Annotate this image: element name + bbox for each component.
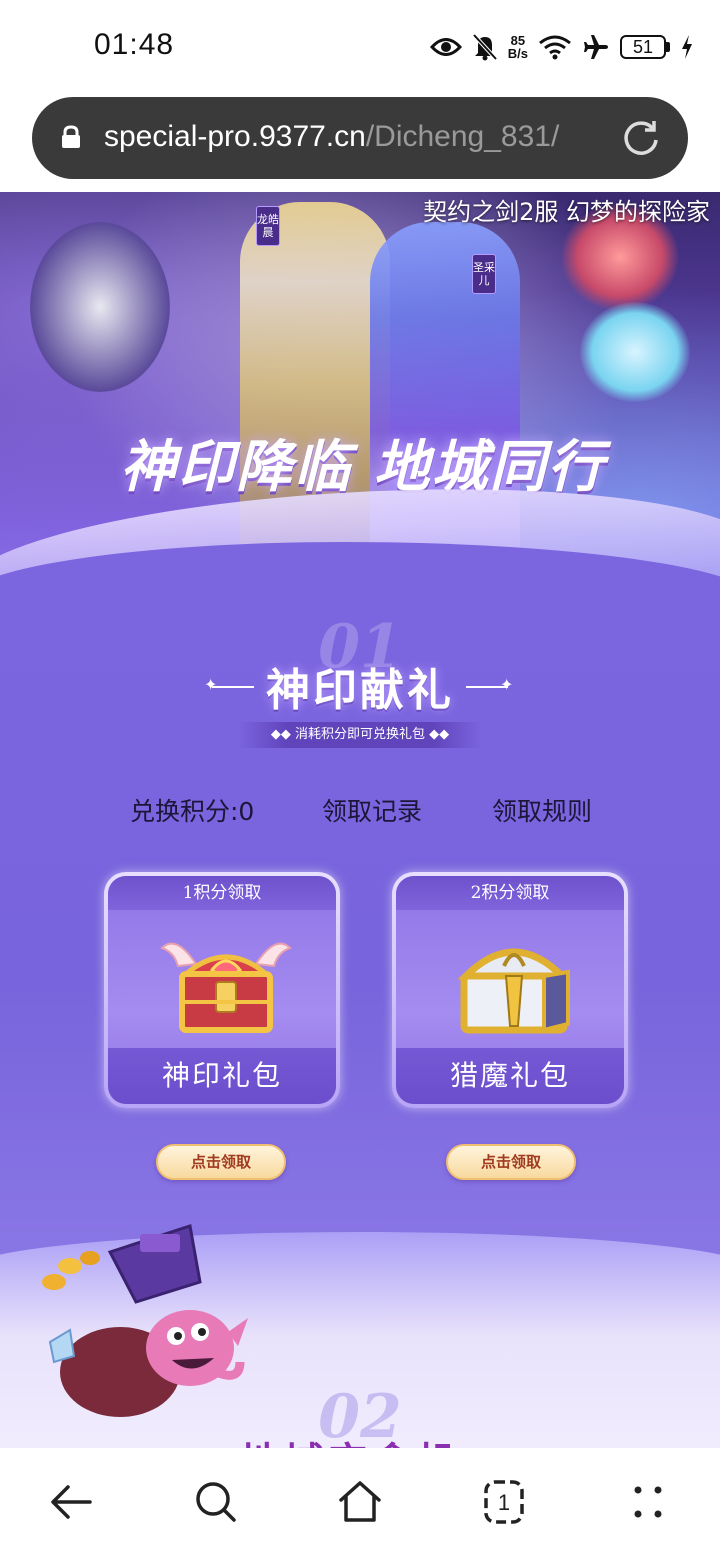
status-bar: 01:48 85 B/s 51 [0, 0, 720, 90]
sparkle-icon: ✦ [500, 675, 514, 694]
url-path: /Dicheng_831/ [365, 120, 560, 153]
web-page[interactable]: 龙皓晨 圣采儿 契约之剑2服 幻梦的探险家 神印降临 地城同行 01 ✦ 神印献… [0, 192, 720, 1448]
gift-cost: 2积分领取 [396, 876, 624, 910]
search-icon[interactable] [188, 1474, 244, 1530]
gift-name: 猎魔礼包 [396, 1048, 624, 1104]
gift-card-body: 2积分领取 猎魔礼包 [396, 876, 624, 1104]
lock-icon [62, 125, 80, 148]
hero-caption: 契约之剑2服 幻梦的探险家 [423, 198, 710, 226]
points-row: 兑换积分:0 领取记录 领取规则 [0, 792, 720, 832]
bottom-navigation: 1 [0, 1448, 720, 1560]
hollow-knight-figure [30, 222, 170, 392]
silver-chest-icon [457, 948, 571, 1034]
battery-icon: 51 [620, 35, 670, 59]
claim-button[interactable]: 点击领取 [446, 1144, 576, 1180]
tab-count: 1 [498, 1490, 510, 1515]
section-title: 神印献礼 [266, 665, 454, 716]
status-icons: 85 B/s 51 [429, 30, 694, 64]
gift-card: 1积分领取 神印礼包 [104, 872, 340, 1108]
section-subtitle: ◆◆ 消耗积分即可兑换礼包 ◆◆ [238, 722, 482, 748]
reload-icon[interactable] [620, 117, 662, 159]
back-arrow-icon[interactable] [44, 1474, 100, 1530]
winged-chest-icon [160, 942, 292, 1033]
airplane-icon [584, 35, 608, 59]
home-icon[interactable] [332, 1474, 388, 1530]
menu-icon[interactable] [620, 1474, 676, 1530]
gift-name: 神印礼包 [108, 1048, 336, 1104]
tabs-icon[interactable]: 1 [476, 1474, 532, 1530]
character-tag-right: 圣采儿 [472, 254, 496, 294]
gift-card-body: 1积分领取 神印礼包 [108, 876, 336, 1104]
gift-card: 2积分领取 猎魔礼包 [392, 872, 628, 1108]
bell-muted-icon [472, 33, 498, 61]
net-speed: 85 B/s [508, 34, 528, 60]
status-time: 01:48 [94, 28, 175, 61]
url-text[interactable]: special-pro.9377.cn/Dicheng_831/ [104, 115, 616, 159]
section-title: 地城宝盒机 [240, 1430, 460, 1448]
claim-button[interactable]: 点击领取 [156, 1144, 286, 1180]
claim-rules-link[interactable]: 领取规则 [492, 792, 592, 828]
eye-icon [429, 38, 462, 56]
charging-icon [682, 35, 692, 59]
address-bar[interactable]: special-pro.9377.cn/Dicheng_831/ [32, 97, 688, 179]
ghost-spirit-figure [580, 302, 690, 402]
net-speed-unit: B/s [507, 46, 528, 61]
character-tag-left: 龙皓晨 [256, 206, 280, 246]
gift-cost: 1积分领取 [108, 876, 336, 910]
points-balance: 兑换积分:0 [130, 797, 255, 826]
url-domain: special-pro.9377.cn [104, 120, 366, 153]
battery-cap [666, 42, 670, 52]
claim-record-link[interactable]: 领取记录 [322, 792, 422, 828]
battery-level: 51 [620, 35, 666, 59]
wifi-icon [539, 35, 571, 60]
